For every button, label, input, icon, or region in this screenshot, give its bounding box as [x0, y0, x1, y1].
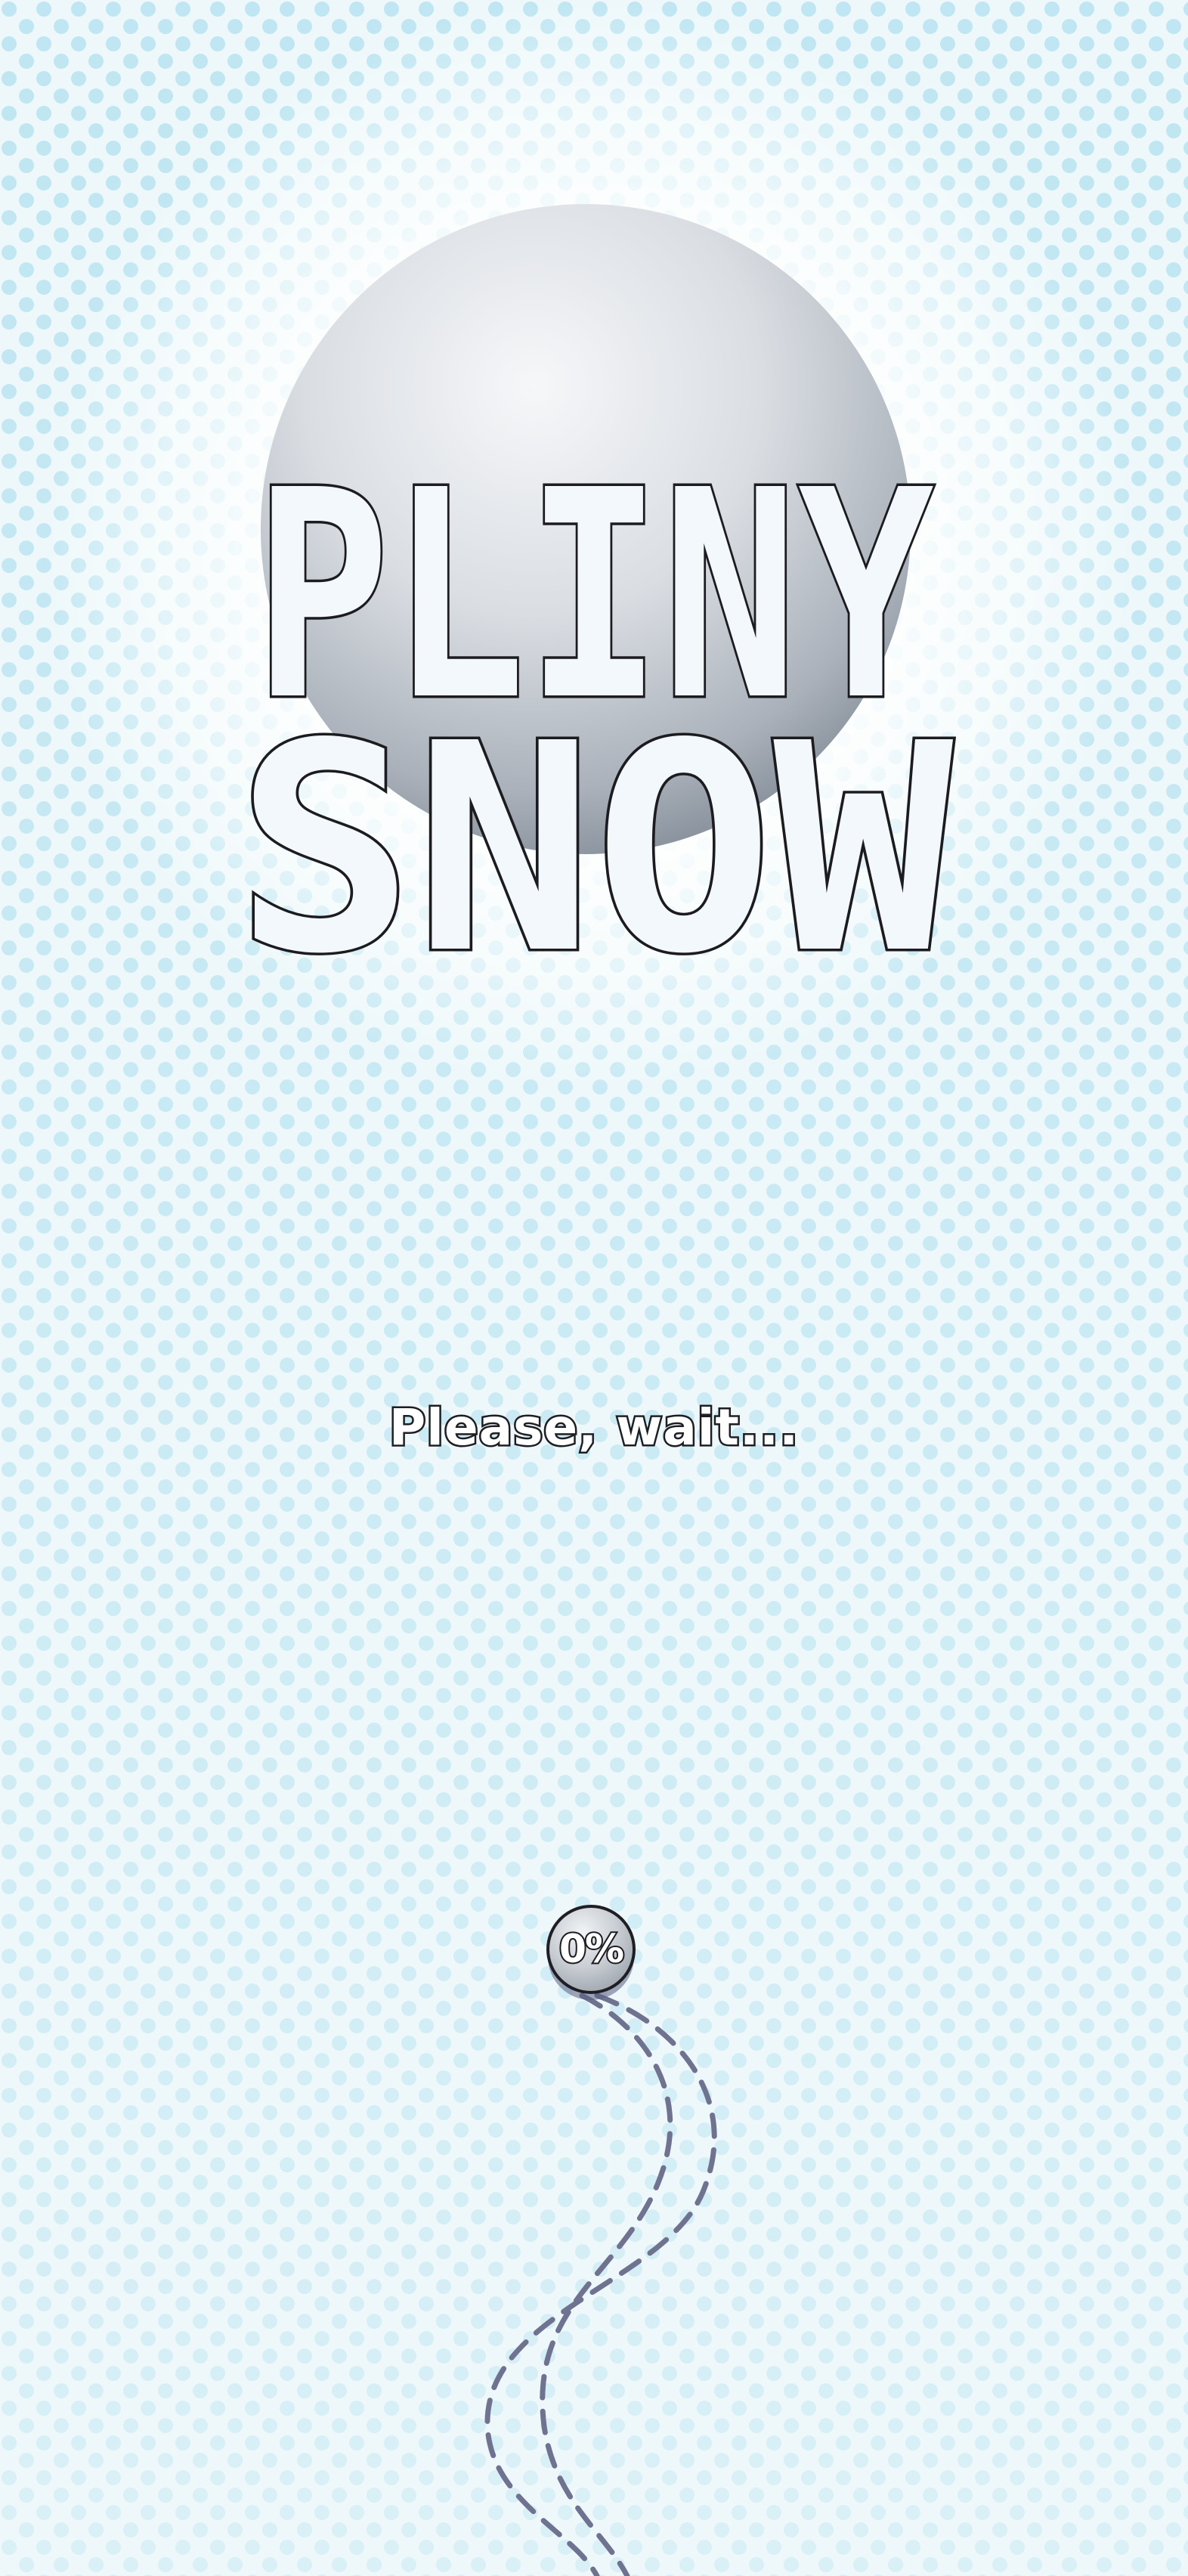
progress-badge: 0%: [546, 1905, 636, 1994]
progress-indicator: 0%: [0, 1852, 1188, 2576]
title-line-2: SNOW: [235, 682, 955, 1017]
progress-label: 0%: [558, 1925, 626, 1974]
loading-text: Please, wait...: [387, 1397, 800, 1459]
game-title: PLINY SNOW: [233, 426, 958, 1020]
